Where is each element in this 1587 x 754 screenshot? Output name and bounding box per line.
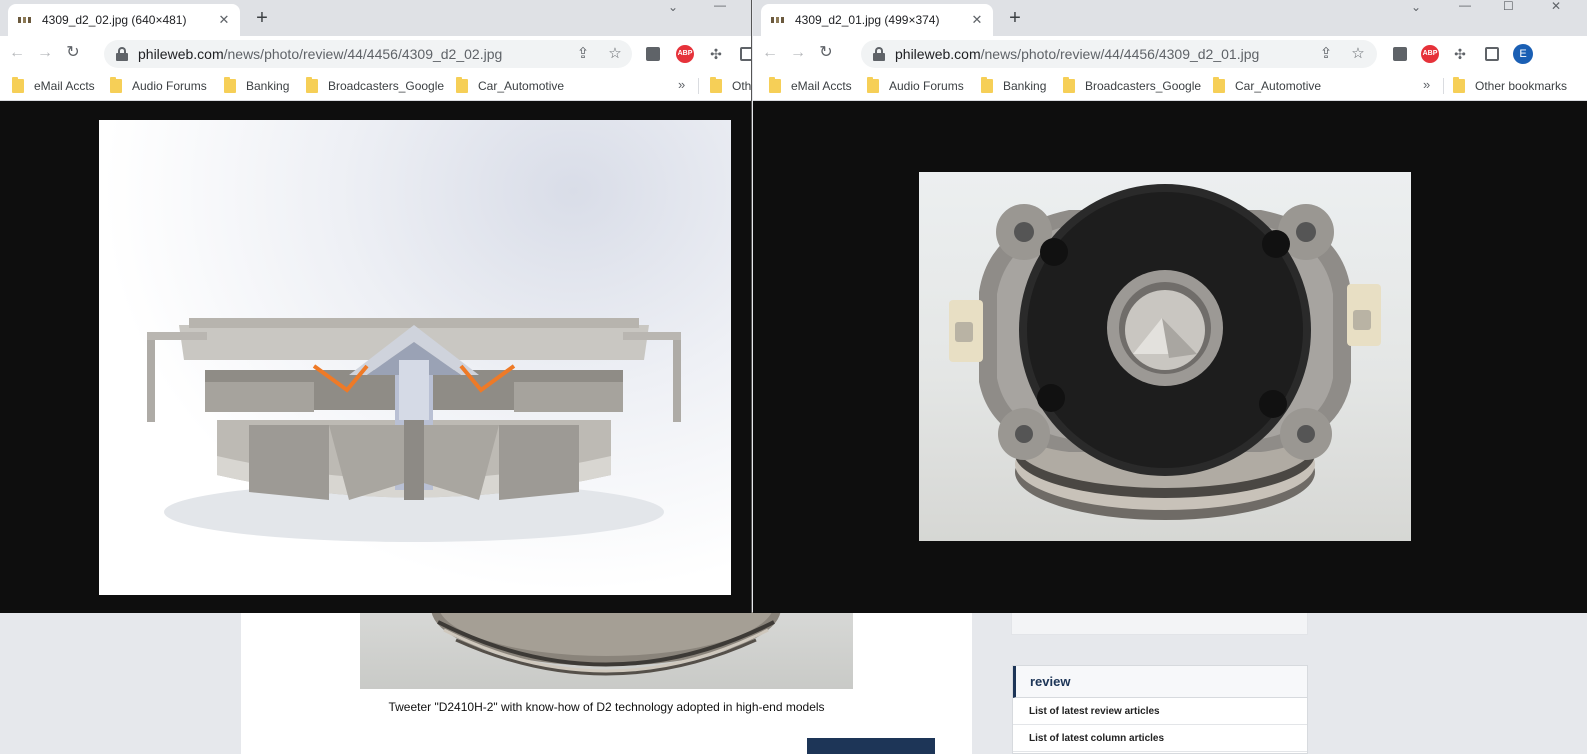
browser-window-right: 4309_d2_01.jpg (499×374) ✕ + ⌄ — ☐ ✕ ← →…: [753, 0, 1587, 613]
tab-close-icon[interactable]: ✕: [969, 12, 985, 28]
bookmark-other-bookmarks[interactable]: Other bookmarks: [1453, 77, 1567, 95]
extension-icon[interactable]: [1393, 47, 1407, 61]
forward-icon[interactable]: →: [787, 42, 809, 64]
bookmark-audio-forums[interactable]: Audio Forums: [110, 77, 207, 95]
lock-icon: [116, 47, 128, 61]
chevron-down-icon[interactable]: ⌄: [668, 0, 678, 14]
bookmark-email-accts[interactable]: eMail Accts: [12, 77, 95, 95]
site-favicon-icon: [18, 15, 32, 25]
folder-icon: [1213, 77, 1225, 93]
bookmark-audio-forums[interactable]: Audio Forums: [867, 77, 964, 95]
window-close-icon[interactable]: ✕: [1551, 0, 1561, 13]
folder-icon: [867, 77, 879, 93]
bookmark-email-accts[interactable]: eMail Accts: [769, 77, 852, 95]
reload-icon[interactable]: ↻: [62, 42, 84, 64]
bookmark-car-automotive[interactable]: Car_Automotive: [456, 77, 564, 95]
browser-toolbar: ← → ↻ phileweb.com/news/photo/review/44/…: [0, 36, 751, 70]
bookmark-star-icon[interactable]: ☆: [1349, 45, 1367, 63]
tab-strip: 4309_d2_01.jpg (499×374) ✕ + ⌄ — ☐ ✕: [753, 0, 1587, 36]
bookmark-broadcasters-google[interactable]: Broadcasters_Google: [1063, 77, 1201, 95]
back-icon[interactable]: ←: [759, 42, 781, 64]
maximize-icon[interactable]: ☐: [1503, 0, 1514, 13]
tweeter-cutaway-image: [99, 120, 731, 595]
article-photo-caption: Tweeter "D2410H-2" with know-how of D2 t…: [388, 700, 825, 714]
extension-icon[interactable]: [646, 47, 660, 61]
bookmark-car-automotive[interactable]: Car_Automotive: [1213, 77, 1321, 95]
share-icon[interactable]: ⇪: [574, 45, 592, 63]
bookmark-banking[interactable]: Banking: [224, 77, 289, 95]
tab-title: 4309_d2_02.jpg (640×481): [42, 13, 187, 27]
tab-close-icon[interactable]: ✕: [216, 12, 232, 28]
new-tab-button[interactable]: +: [250, 8, 274, 30]
address-bar[interactable]: phileweb.com/news/photo/review/44/4456/4…: [104, 40, 632, 68]
new-tab-button[interactable]: +: [1003, 8, 1027, 30]
bookmark-banking[interactable]: Banking: [981, 77, 1046, 95]
sidebar-review-nav: review List of latest review articles Li…: [1012, 665, 1308, 754]
tab-image-d2-01[interactable]: 4309_d2_01.jpg (499×374) ✕: [761, 4, 993, 36]
tab-image-d2-02[interactable]: 4309_d2_02.jpg (640×481) ✕: [8, 4, 240, 36]
folder-icon: [224, 77, 236, 93]
folder-icon: [306, 77, 318, 93]
folder-icon: [710, 77, 722, 93]
adblock-plus-icon[interactable]: ABP: [676, 45, 694, 63]
url-text: phileweb.com/news/photo/review/44/4456/4…: [895, 46, 1260, 62]
image-viewport: [753, 101, 1587, 613]
folder-icon: [769, 77, 781, 93]
folder-icon: [981, 77, 993, 93]
browser-toolbar: ← → ↻ phileweb.com/news/photo/review/44/…: [753, 36, 1587, 70]
share-icon[interactable]: ⇪: [1317, 45, 1335, 63]
folder-icon: [1063, 77, 1075, 93]
side-panel-icon[interactable]: [1485, 47, 1499, 61]
chevron-down-icon[interactable]: ⌄: [1411, 0, 1421, 14]
tab-strip: 4309_d2_02.jpg (640×481) ✕ + ⌄ —: [0, 0, 751, 36]
bookmark-separator: [1443, 78, 1444, 94]
bookmarks-overflow-icon[interactable]: »: [1423, 77, 1430, 92]
address-bar[interactable]: phileweb.com/news/photo/review/44/4456/4…: [861, 40, 1377, 68]
reload-icon[interactable]: ↻: [815, 42, 837, 64]
browser-window-left: 4309_d2_02.jpg (640×481) ✕ + ⌄ — ← → ↻ p…: [0, 0, 752, 613]
folder-icon: [110, 77, 122, 93]
folder-icon: [1453, 77, 1465, 93]
minimize-icon[interactable]: —: [714, 0, 726, 12]
image-viewport: [0, 101, 751, 613]
tab-title: 4309_d2_01.jpg (499×374): [795, 13, 940, 27]
adblock-plus-icon[interactable]: ABP: [1421, 45, 1439, 63]
article-photo: [360, 612, 853, 689]
bookmarks-bar: eMail Accts Audio Forums Banking Broadca…: [0, 70, 751, 101]
url-text: phileweb.com/news/photo/review/44/4456/4…: [138, 46, 503, 62]
side-panel-icon[interactable]: [740, 47, 751, 61]
extensions-puzzle-icon[interactable]: ✣: [707, 45, 725, 63]
profile-avatar[interactable]: E: [1513, 44, 1533, 64]
sidebar-item-latest-reviews[interactable]: List of latest review articles: [1013, 698, 1307, 725]
article-next-button[interactable]: [807, 738, 935, 754]
tweeter-photo-image: [919, 172, 1411, 541]
forward-icon[interactable]: →: [34, 42, 56, 64]
bookmark-other[interactable]: Oth: [710, 77, 751, 95]
lock-icon: [873, 47, 885, 61]
bookmark-star-icon[interactable]: ☆: [606, 45, 624, 63]
sidebar-item-latest-columns[interactable]: List of latest column articles: [1013, 725, 1307, 752]
folder-icon: [12, 77, 24, 93]
folder-icon: [456, 77, 468, 93]
extensions-puzzle-icon[interactable]: ✣: [1451, 45, 1469, 63]
bookmark-broadcasters-google[interactable]: Broadcasters_Google: [306, 77, 444, 95]
sidebar-box: [1011, 612, 1308, 635]
site-favicon-icon: [771, 15, 785, 25]
sidebar-review-title: review: [1013, 666, 1307, 698]
bookmarks-bar: eMail Accts Audio Forums Banking Broadca…: [753, 70, 1587, 101]
bookmark-separator: [698, 78, 699, 94]
back-icon[interactable]: ←: [6, 42, 28, 64]
bookmarks-overflow-icon[interactable]: »: [678, 77, 685, 92]
minimize-icon[interactable]: —: [1459, 0, 1471, 12]
